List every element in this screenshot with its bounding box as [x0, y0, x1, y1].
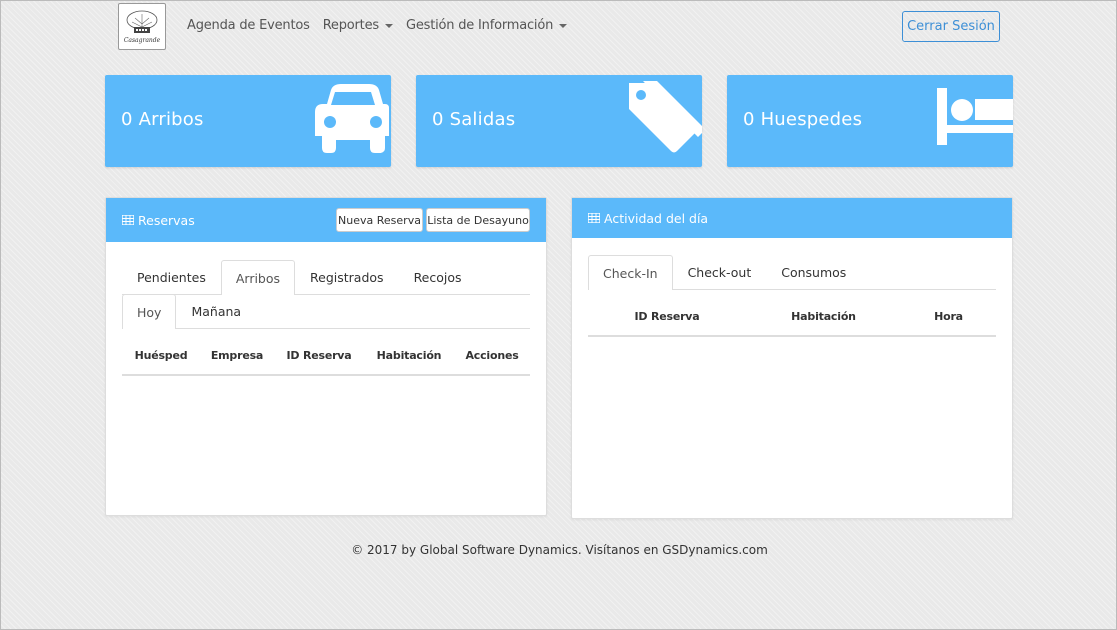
tab-consumos[interactable]: Consumos [766, 255, 861, 289]
brand-name: Casagrande [123, 36, 161, 44]
column-hora: Hora [901, 298, 996, 337]
nav-agenda-eventos-label: Agenda de Eventos [187, 18, 310, 33]
stat-card-huespedes: 0 Huespedes [727, 75, 1013, 167]
car-icon [315, 84, 389, 153]
stat-huespedes-label: 0 Huespedes [743, 109, 863, 130]
subtab-manana[interactable]: Mañana [176, 294, 256, 328]
nav-reportes-label: Reportes [322, 18, 379, 33]
logout-button[interactable]: Cerrar Sesión [902, 11, 1000, 42]
actividad-panel-header: Actividad del día [572, 198, 1012, 238]
stat-card-salidas: 0 Salidas [416, 75, 702, 167]
navbar: Casagrande Agenda de Eventos Reportes Ge… [1, 1, 1117, 53]
column-habitacion: Habitación [364, 337, 454, 376]
nueva-reserva-button[interactable]: Nueva Reserva [336, 208, 423, 232]
lista-desayuno-button[interactable]: Lista de Desayuno [426, 208, 530, 232]
reservas-subtabs: Hoy Mañana [122, 294, 530, 329]
actividad-tabs: Check-In Check-out Consumos [588, 255, 996, 290]
stat-card-arribos: 0 Arribos [105, 75, 391, 167]
table-icon [122, 215, 134, 225]
column-acciones: Acciones [454, 337, 530, 376]
actividad-title: Actividad del día [604, 210, 709, 226]
nav-gestion-informacion-dropdown[interactable]: Gestión de Información [405, 18, 568, 33]
reservas-panel: Reservas Nueva Reserva Lista de Desayuno… [105, 197, 547, 516]
column-empresa: Empresa [200, 337, 274, 376]
reservas-tabs: Pendientes Arribos Registrados Recojos [122, 260, 530, 295]
main-nav: Agenda de Eventos Reportes Gestión de In… [187, 18, 580, 33]
table-header-row: ID Reserva Habitación Hora [588, 298, 996, 337]
reservas-panel-header: Reservas Nueva Reserva Lista de Desayuno [106, 198, 546, 242]
tree-logo-icon [126, 10, 158, 33]
tab-pendientes[interactable]: Pendientes [122, 260, 221, 294]
actividad-table: ID Reserva Habitación Hora [588, 298, 996, 337]
stat-arribos-label: 0 Arribos [121, 109, 204, 130]
tags-icon [629, 81, 702, 153]
nav-gestion-informacion-label: Gestión de Información [405, 18, 554, 33]
nav-reportes-dropdown[interactable]: Reportes [323, 18, 393, 33]
table-icon [588, 213, 600, 223]
tab-recojos[interactable]: Recojos [399, 260, 477, 294]
caret-down-icon [559, 23, 568, 28]
bed-icon [937, 88, 1013, 145]
footer-text: © 2017 by Global Software Dynamics. Visí… [351, 543, 768, 557]
tab-arribos[interactable]: Arribos [220, 260, 296, 295]
column-habitacion: Habitación [746, 298, 901, 337]
brand-logo[interactable]: Casagrande [118, 3, 166, 50]
subtab-hoy[interactable]: Hoy [122, 294, 177, 329]
tab-check-out[interactable]: Check-out [673, 255, 767, 289]
reservas-title: Reservas [138, 212, 195, 228]
caret-down-icon [384, 23, 393, 28]
stat-salidas-label: 0 Salidas [432, 109, 516, 130]
table-header-row: Huésped Empresa ID Reserva Habitación Ac… [122, 337, 530, 376]
column-id-reserva: ID Reserva [588, 298, 746, 337]
nav-agenda-eventos[interactable]: Agenda de Eventos [187, 18, 310, 33]
column-id-reserva: ID Reserva [274, 337, 364, 376]
tab-check-in[interactable]: Check-In [588, 255, 673, 290]
tab-registrados[interactable]: Registrados [295, 260, 399, 294]
reservas-table: Huésped Empresa ID Reserva Habitación Ac… [122, 337, 530, 376]
actividad-panel: Actividad del día Check-In Check-out Con… [571, 197, 1013, 519]
column-huesped: Huésped [122, 337, 200, 376]
